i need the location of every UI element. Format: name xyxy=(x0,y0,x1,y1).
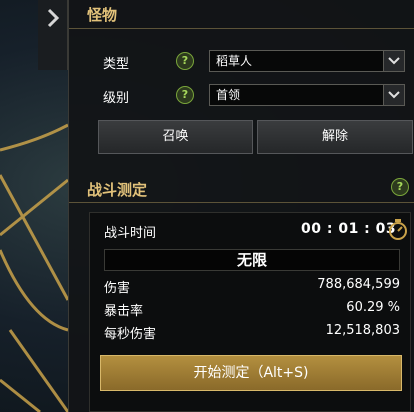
level-select-value: 首领 xyxy=(216,88,241,102)
combat-section-title: 战斗测定 xyxy=(87,181,148,199)
stopwatch-icon[interactable] xyxy=(388,219,408,245)
crit-rate-label: 暴击率 xyxy=(104,304,144,319)
combat-test-panel: 怪物 类型 ? 稻草人 级别 ? 首领 召唤 解除 战斗测定 ? 战斗时间 00… xyxy=(68,0,414,412)
dps-value: 12,518,803 xyxy=(325,323,400,338)
summon-button[interactable]: 召唤 xyxy=(98,120,253,154)
combat-time-label: 战斗时间 xyxy=(104,226,157,241)
chevron-down-icon xyxy=(383,51,404,71)
level-help-icon[interactable]: ? xyxy=(176,86,194,104)
type-label: 类型 xyxy=(103,57,130,72)
dismiss-button[interactable]: 解除 xyxy=(257,120,413,154)
dps-label: 每秒伤害 xyxy=(104,327,157,342)
type-select-value: 稻草人 xyxy=(216,54,253,68)
damage-label: 伤害 xyxy=(104,281,131,296)
monster-section-title: 怪物 xyxy=(87,6,118,24)
collapse-panel-tab[interactable] xyxy=(38,0,68,70)
damage-value: 788,684,599 xyxy=(317,277,400,292)
measure-mode-display: 无限 xyxy=(104,249,400,271)
combat-time-value: 00 : 01 : 03 xyxy=(301,221,397,237)
chevron-right-icon xyxy=(46,8,60,32)
type-select[interactable]: 稻草人 xyxy=(209,50,405,72)
section-divider xyxy=(69,202,414,203)
type-help-icon[interactable]: ? xyxy=(176,52,194,70)
level-label: 级别 xyxy=(103,91,130,106)
section-divider xyxy=(69,28,414,29)
combat-help-icon[interactable]: ? xyxy=(391,178,409,196)
start-measure-button[interactable]: 开始测定（Alt+S) xyxy=(100,355,402,391)
chevron-down-icon xyxy=(383,85,404,105)
crit-rate-value: 60.29 % xyxy=(346,300,400,315)
level-select[interactable]: 首领 xyxy=(209,84,405,106)
combat-stats-box: 战斗时间 00 : 01 : 03 无限 伤害 788,684,599 暴击率 … xyxy=(89,212,411,412)
